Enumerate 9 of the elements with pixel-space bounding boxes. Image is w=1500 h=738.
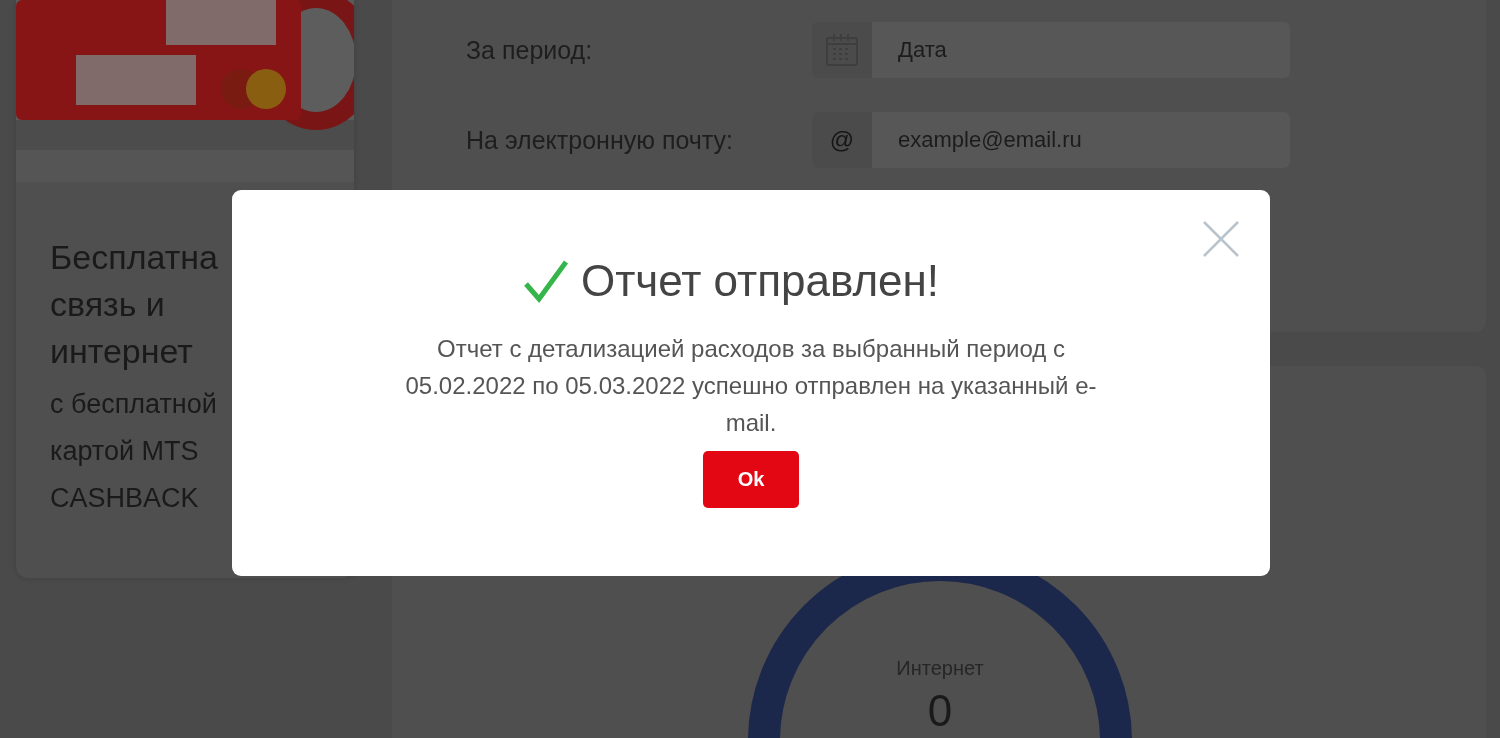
at-sign-icon: @	[812, 112, 872, 168]
dialog-title: Отчет отправлен!	[580, 256, 940, 306]
email-field[interactable]: example@email.ru	[872, 112, 1290, 168]
dialog-message: Отчет с детализацией расходов за выбранный период с 05.02.2022 по 05.03.2022 успешно отправлен на указанный e-mail.	[404, 334, 1098, 438]
close-icon[interactable]	[1202, 220, 1240, 258]
check-icon	[522, 259, 569, 303]
date-field[interactable]: Дата	[872, 22, 1290, 78]
calendar-icon	[812, 22, 872, 78]
ok-button[interactable]: Ok	[703, 451, 799, 508]
